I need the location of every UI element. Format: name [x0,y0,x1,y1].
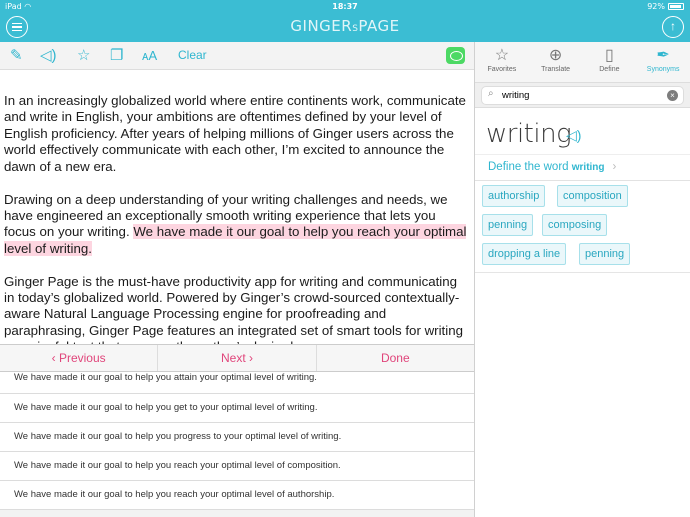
search-bar: ⌕ × [475,83,690,108]
pen-icon[interactable]: ✎ [10,47,23,65]
app-logo: GINGERSPAGE [290,17,400,35]
done-button[interactable]: Done [317,345,474,371]
star-icon[interactable]: ☆ [77,47,90,65]
clear-search-icon[interactable]: × [667,90,678,101]
search-box: ⌕ × [481,86,684,105]
share-button[interactable]: ↑ [662,16,684,38]
suggestion-item[interactable]: We have made it our goal to help you rea… [0,452,474,481]
lookup-word: writing [486,119,572,149]
paragraph-3: Ginger Page is the must-have productivit… [4,273,463,344]
lookup-tabs: ☆ Favorites ⊕ Translate ▯ Define ✒ Synonyms [475,42,690,83]
search-icon: ⌕ [488,88,494,99]
speaker-icon[interactable]: ◁) [40,47,57,65]
battery-icon [668,3,684,10]
synonym-chip[interactable]: composing [542,214,608,236]
synonym-chip[interactable]: dropping a line [482,243,567,265]
define-prefix: Define the word [488,161,572,173]
pen-icon: ✒ [656,47,670,64]
define-word-link[interactable]: Define the word writing › [475,154,690,181]
suggestion-nav: ‹ Previous Next › Done [0,344,474,372]
clear-button[interactable]: Clear [178,48,207,62]
tab-translate[interactable]: ⊕ Translate [529,42,583,82]
search-input[interactable] [502,89,662,102]
text-editor[interactable]: In an increasingly globalized world wher… [0,70,474,344]
tab-define[interactable]: ▯ Define [583,42,637,82]
suggestion-item[interactable]: We have made it our goal to help you att… [0,372,474,394]
synonym-chip[interactable]: authorship [482,185,546,207]
synonym-chip[interactable]: penning [579,243,631,265]
tab-label: Define [599,66,620,73]
star-icon: ☆ [494,47,510,64]
tab-label: Translate [541,66,571,73]
previous-button[interactable]: ‹ Previous [0,345,159,371]
status-battery: 92% [647,2,684,11]
speaker-icon[interactable]: ◁) [566,127,581,144]
define-word: writing [571,162,605,173]
title-bar: iPad ◠ 18:37 92% GINGERSPAGE ↑ [0,0,690,42]
tab-label: Favorites [487,66,517,73]
paragraph-1: In an increasingly globalized world wher… [4,93,466,174]
paragraph-2: Drawing on a deep understanding of your … [4,192,470,258]
panel-divider [474,42,475,517]
tab-synonyms[interactable]: ✒ Synonyms [636,42,690,82]
synonym-list: authorship composition penning composing… [475,181,690,271]
section-divider [475,272,690,273]
battery-percent: 92% [647,2,665,11]
suggestion-item[interactable]: We have made it our goal to help you pro… [0,423,474,452]
editor-toolbar: ✎ ◁) ☆ ❐ ᴀA Clear [0,42,474,70]
suggestion-item[interactable]: We have made it our goal to help you rea… [0,481,474,510]
globe-icon: ⊕ [548,47,563,64]
synonym-chip[interactable]: penning [482,214,534,236]
status-time: 18:37 [332,2,358,11]
suggestion-item[interactable]: We have made it our goal to help you get… [0,394,474,423]
copy-icon[interactable]: ❐ [110,47,123,65]
synonym-chip[interactable]: composition [557,185,628,207]
font-size-icon[interactable]: ᴀA [142,47,157,65]
suggestion-list: We have made it our goal to help you att… [0,372,474,517]
next-button[interactable]: Next › [158,345,317,371]
chevron-right-icon: › [612,161,617,173]
tab-label: Synonyms [646,66,680,73]
book-icon: ▯ [604,47,614,64]
chat-icon[interactable] [446,47,465,64]
tab-favorites[interactable]: ☆ Favorites [475,42,529,82]
